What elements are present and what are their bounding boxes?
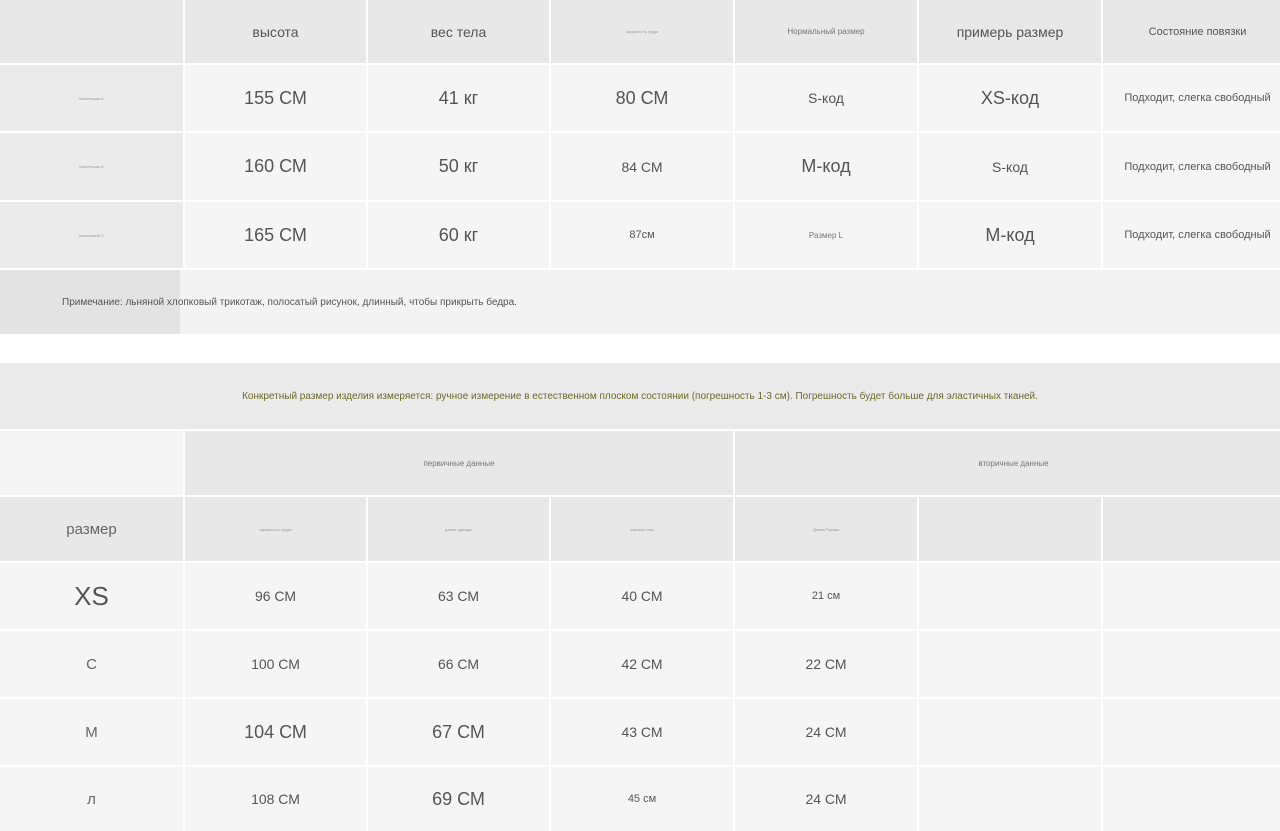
- length-value: 67 СМ: [368, 699, 549, 765]
- sleeve-value: 21 см: [735, 563, 917, 629]
- shoulder-value: 40 СМ: [551, 563, 733, 629]
- tried-size-value: S-код: [919, 133, 1101, 200]
- chest-value: 84 СМ: [551, 133, 733, 200]
- row-label: Маленькая A: [0, 65, 183, 131]
- tried-size-value: М-код: [919, 202, 1101, 268]
- empty-cell: [919, 699, 1101, 765]
- size-label: л: [0, 767, 183, 831]
- secondary-data-header: вторичные данные: [735, 431, 1280, 495]
- weight-value: 41 кг: [368, 65, 549, 131]
- length-value: 69 СМ: [368, 767, 549, 831]
- header-height: высота: [185, 0, 366, 63]
- chest-value: 100 СМ: [185, 631, 366, 697]
- empty-cell: [919, 631, 1101, 697]
- empty-cell: [1103, 563, 1280, 629]
- shoulder-value: 45 см: [551, 767, 733, 831]
- normal-size-value: М-код: [735, 133, 917, 200]
- fit-state-value: Подходит, слегка свободный: [1103, 133, 1280, 200]
- fit-state-value: Подходит, слегка свободный: [1103, 202, 1280, 268]
- normal-size-value: S-код: [735, 65, 917, 131]
- length-value: 63 СМ: [368, 563, 549, 629]
- empty-cell: [919, 767, 1101, 831]
- chest-value: 108 СМ: [185, 767, 366, 831]
- sleeve-value: 24 СМ: [735, 767, 917, 831]
- garment-measurements-table: первичные данные вторичные данные размер…: [0, 431, 1280, 831]
- header-fit-state: Состояние повязки: [1103, 0, 1280, 63]
- row-label: Маленький С: [0, 202, 183, 268]
- size-label: С: [0, 631, 183, 697]
- chest-value: 87см: [551, 202, 733, 268]
- empty-column-header: [1103, 497, 1280, 561]
- header-empty: [0, 0, 183, 63]
- length-column-header: длина одежды: [368, 497, 549, 561]
- shoulder-value: 43 СМ: [551, 699, 733, 765]
- shoulder-column-header: ширина плеч: [551, 497, 733, 561]
- chest-value: 104 СМ: [185, 699, 366, 765]
- size-column-header: размер: [0, 497, 183, 561]
- chest-value: 96 СМ: [185, 563, 366, 629]
- length-value: 66 СМ: [368, 631, 549, 697]
- weight-value: 60 кг: [368, 202, 549, 268]
- empty-column-header: [919, 497, 1101, 561]
- group-header-empty: [0, 431, 183, 495]
- empty-cell: [1103, 699, 1280, 765]
- size-recommendation-table: высота вес тела окружность груди Нормаль…: [0, 0, 1280, 334]
- header-normal-size: Нормальный размер: [735, 0, 917, 63]
- sleeve-value: 22 СМ: [735, 631, 917, 697]
- sleeve-value: 24 СМ: [735, 699, 917, 765]
- normal-size-value: Размер L: [735, 202, 917, 268]
- tried-size-value: XS-код: [919, 65, 1101, 131]
- chest-value: 80 СМ: [551, 65, 733, 131]
- header-tried-size: примерь размер: [919, 0, 1101, 63]
- size-label: М: [0, 699, 183, 765]
- height-value: 165 СМ: [185, 202, 366, 268]
- row-label: Маленькая Б: [0, 133, 183, 200]
- size-label: XS: [0, 563, 183, 629]
- fabric-note: Примечание: льняной хлопковый трикотаж, …: [0, 270, 1280, 334]
- height-value: 155 СМ: [185, 65, 366, 131]
- header-chest: окружность груди: [551, 0, 733, 63]
- measurement-banner: Конкретный размер изделия измеряется: ру…: [0, 363, 1280, 429]
- header-weight: вес тела: [368, 0, 549, 63]
- shoulder-value: 42 СМ: [551, 631, 733, 697]
- chest-column-header: окружность груди: [185, 497, 366, 561]
- weight-value: 50 кг: [368, 133, 549, 200]
- sleeve-column-header: Длина Рукава: [735, 497, 917, 561]
- height-value: 160 СМ: [185, 133, 366, 200]
- measurement-note: Конкретный размер изделия измеряется: ру…: [242, 390, 1038, 402]
- empty-cell: [1103, 767, 1280, 831]
- fit-state-value: Подходит, слегка свободный: [1103, 65, 1280, 131]
- empty-cell: [1103, 631, 1280, 697]
- primary-data-header: первичные данные: [185, 431, 733, 495]
- empty-cell: [919, 563, 1101, 629]
